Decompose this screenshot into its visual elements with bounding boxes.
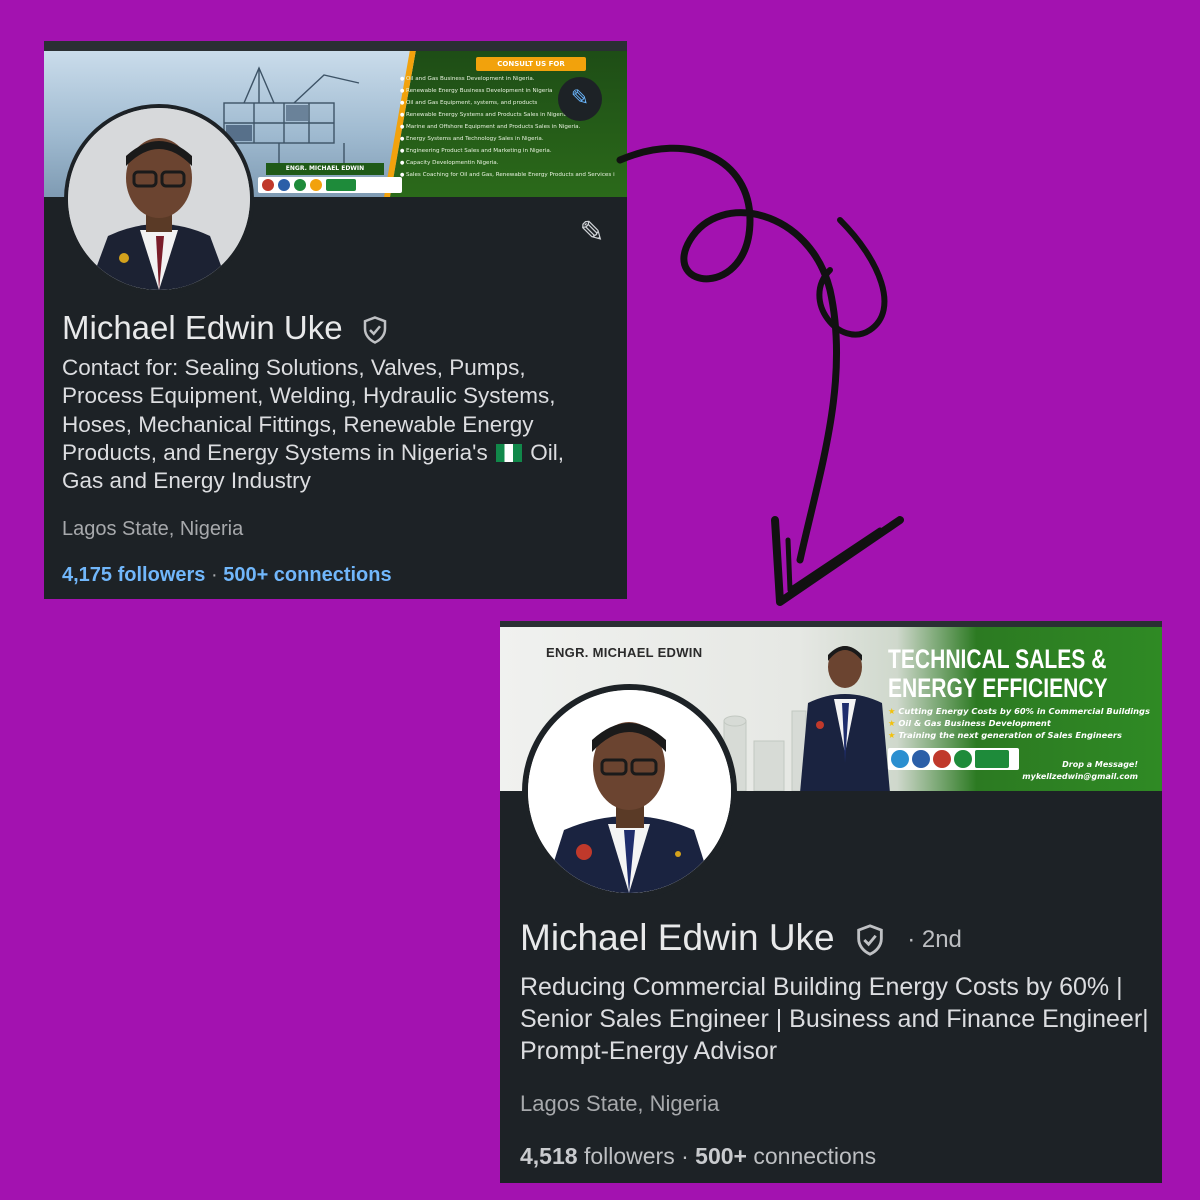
banner-title-line: ENERGY EFFICIENCY [888, 673, 1108, 703]
profile-stats: 4,175 followers · 500+ connections [62, 564, 392, 587]
profile-name-text: Michael Edwin Uke [520, 917, 835, 958]
banner-logos [258, 177, 402, 193]
headline-text: Contact for: Sealing Solutions, Valves, … [62, 355, 556, 465]
profile-location: Lagos State, Nigeria [520, 1091, 720, 1116]
banner-bullets: Cutting Energy Costs by 60% in Commercia… [888, 705, 1150, 741]
stats-separator: · [681, 1143, 689, 1169]
consult-header: CONSULT US FOR [476, 57, 586, 71]
consult-item: Marine and Offshore Equipment and Produc… [400, 121, 615, 133]
connections-count[interactable]: 500+ [695, 1143, 747, 1169]
logo-badge-icon [294, 179, 306, 191]
consult-item: Capacity Developmentin Nigeria. [400, 157, 615, 169]
profile-name: Michael Edwin Uke [62, 309, 390, 347]
profile-photo [528, 690, 731, 893]
new-profile-card: ENGR. MICHAEL EDWIN TECHNICAL SALES & EN… [500, 621, 1162, 1183]
followers-label[interactable]: followers [584, 1143, 675, 1169]
profile-headline: Contact for: Sealing Solutions, Valves, … [62, 354, 592, 495]
profile-headline: Reducing Commercial Building Energy Cost… [520, 973, 1149, 1065]
arrow-icon [616, 144, 904, 606]
stats-separator: · [210, 564, 218, 586]
banner-bullet: Cutting Energy Costs by 60% in Commercia… [888, 705, 1150, 717]
coren-logo-icon [975, 750, 1009, 768]
coren-logo-icon [326, 179, 356, 191]
connections-label[interactable]: connections [753, 1143, 876, 1169]
logo-badge-icon [912, 750, 930, 768]
drop-message-text: Drop a Message! [1062, 760, 1138, 769]
connections-link[interactable]: 500+ connections [223, 564, 391, 586]
verified-shield-icon[interactable] [360, 315, 390, 345]
consult-item: Sales Coaching for Oil and Gas, Renewabl… [400, 169, 615, 181]
logo-badge-icon [262, 179, 274, 191]
followers-link[interactable]: 4,175 followers [62, 564, 205, 586]
logo-badge-icon [891, 750, 909, 768]
edit-banner-icon[interactable]: ✎ [558, 77, 602, 121]
logo-badge-icon [954, 750, 972, 768]
banner-title-line: TECHNICAL SALES & [888, 644, 1107, 674]
banner-engr-tag: ENGR. MICHAEL EDWIN [546, 645, 703, 660]
banner-contact: Drop a Message! mykellzedwin@gmail.com [1022, 759, 1138, 783]
profile-name: Michael Edwin Uke · 2nd [520, 917, 962, 959]
old-profile-card: CONSULT US FOR Oil and Gas Business Deve… [44, 41, 627, 599]
profile-photo [68, 108, 250, 290]
banner-engr-tag: ENGR. MICHAEL EDWIN [266, 163, 384, 175]
verified-shield-icon[interactable] [853, 923, 887, 957]
banner-bullet: Training the next generation of Sales En… [888, 729, 1150, 741]
consult-item: Energy Systems and Technology Sales in N… [400, 133, 615, 145]
banner-bullet: Oil & Gas Business Development [888, 717, 1150, 729]
banner-top-strip [44, 41, 627, 51]
avatar[interactable] [64, 104, 254, 294]
followers-count[interactable]: 4,518 [520, 1143, 578, 1169]
logo-badge-icon [278, 179, 290, 191]
banner-title: TECHNICAL SALES & ENERGY EFFICIENCY [888, 645, 1108, 703]
logo-badge-icon [933, 750, 951, 768]
connection-degree: · 2nd [907, 926, 962, 954]
banner-logos [888, 748, 1019, 770]
banner-email: mykellzedwin@gmail.com [1022, 772, 1138, 781]
avatar[interactable] [522, 684, 737, 899]
profile-name-text: Michael Edwin Uke [62, 309, 343, 346]
logo-badge-icon [310, 179, 322, 191]
profile-location: Lagos State, Nigeria [62, 518, 244, 540]
banner-person-photo [800, 646, 890, 791]
profile-stats: 4,518 followers · 500+ connections [520, 1143, 876, 1170]
banner-top-strip [500, 621, 1162, 627]
consult-item: Engineering Product Sales and Marketing … [400, 145, 615, 157]
nigeria-flag-icon [496, 443, 522, 462]
